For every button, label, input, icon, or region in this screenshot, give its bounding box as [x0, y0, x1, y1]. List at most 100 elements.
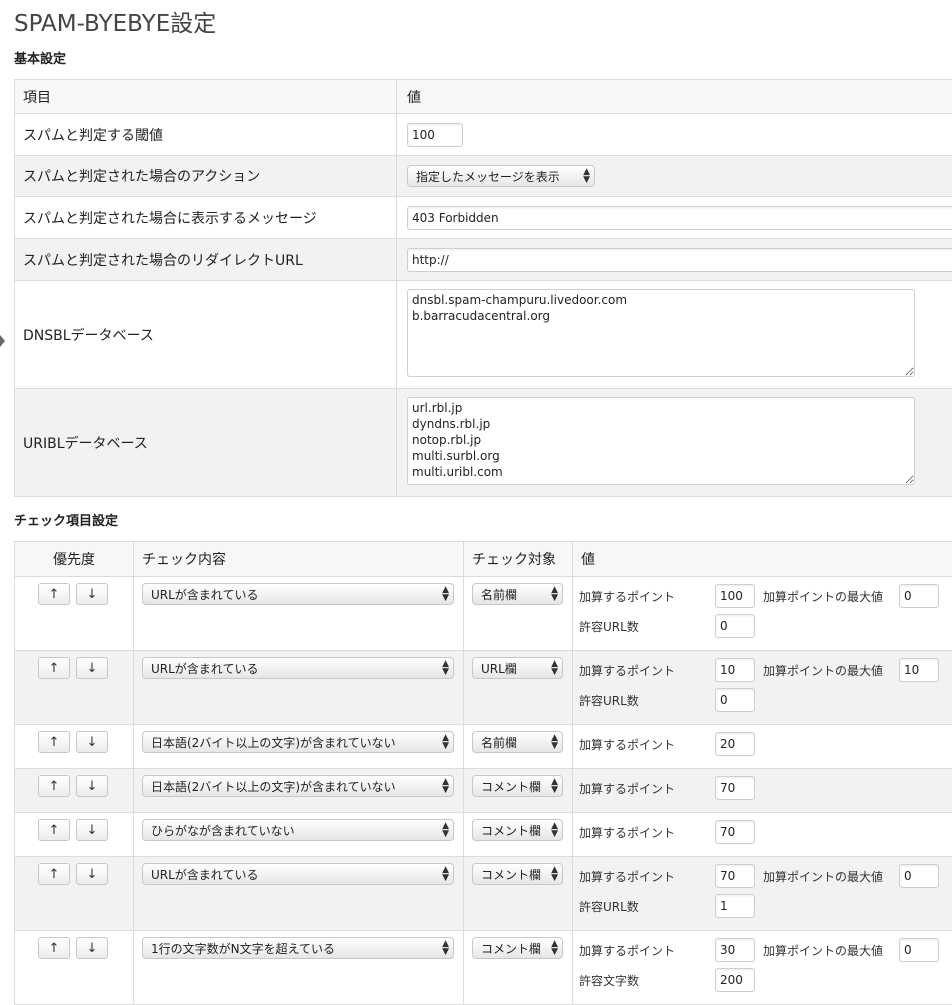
move-up-button[interactable]: ↑: [38, 819, 70, 841]
allowance-input[interactable]: [715, 688, 755, 712]
check-content-value: URLが含まれている: [151, 586, 258, 603]
check-target-select[interactable]: 名前欄▲▼: [472, 583, 563, 605]
check-row: ↑↓ひらがなが含まれていない▲▼コメント欄▲▼加算するポイント: [15, 813, 952, 857]
move-down-button[interactable]: ↓: [76, 863, 108, 885]
check-content-cell: 日本語(2バイト以上の文字)が含まれていない▲▼: [134, 769, 464, 813]
move-down-button[interactable]: ↓: [76, 937, 108, 959]
check-target-cell: コメント欄▲▼: [464, 931, 573, 1005]
select-arrows-icon: ▲▼: [442, 822, 449, 838]
check-target-cell: 名前欄▲▼: [464, 725, 573, 769]
points-label: 加算するポイント: [579, 824, 715, 841]
check-values-cell: 加算するポイント 加算ポイントの最大値許容URL数: [573, 651, 952, 725]
points-input[interactable]: [715, 820, 755, 844]
check-values-cell: 加算するポイント: [573, 813, 952, 857]
allowance-input[interactable]: [715, 968, 755, 992]
column-header-value: 値: [573, 542, 952, 577]
move-up-button[interactable]: ↑: [38, 731, 70, 753]
move-down-button[interactable]: ↓: [76, 731, 108, 753]
check-content-select[interactable]: ひらがなが含まれていない▲▼: [142, 819, 454, 841]
column-header-content: チェック内容: [134, 542, 464, 577]
check-row: ↑↓URLが含まれている▲▼名前欄▲▼加算するポイント加算ポイントの最大値許容U…: [15, 577, 952, 651]
check-target-select[interactable]: コメント欄▲▼: [472, 819, 563, 841]
check-target-select[interactable]: コメント欄▲▼: [472, 863, 563, 885]
check-row: ↑ ↓ URLが含まれている▲▼ コメント欄▲▼ 加算するポイント加算ポイントの最大値許…: [15, 857, 952, 931]
move-down-button[interactable]: ↓: [76, 819, 108, 841]
max-points-input[interactable]: [899, 584, 939, 608]
move-down-button[interactable]: ↓: [76, 775, 108, 797]
select-arrows-icon: ▲▼: [551, 778, 558, 794]
points-input[interactable]: [715, 776, 755, 800]
check-values-cell: 加算するポイント: [573, 725, 952, 769]
action-select[interactable]: 指定したメッセージを表示 ▲▼: [407, 165, 595, 187]
allowance-label: 許容URL数: [579, 692, 715, 709]
check-target-cell: URL欄▲▼: [464, 651, 573, 725]
check-content-select[interactable]: URLが含まれている ▲▼: [142, 657, 454, 679]
redirect-url-input[interactable]: [407, 248, 952, 272]
select-arrows-icon: ▲▼: [442, 778, 449, 794]
priority-cell: ↑↓: [15, 577, 134, 651]
dnsbl-textarea[interactable]: dnsbl.spam-champuru.livedoor.com b.barra…: [407, 289, 915, 377]
priority-cell: ↑↓: [15, 813, 134, 857]
check-row: ↑↓日本語(2バイト以上の文字)が含まれていない▲▼コメント欄▲▼加算するポイン…: [15, 769, 952, 813]
select-arrows-icon: ▲▼: [551, 822, 558, 838]
points-input[interactable]: [715, 584, 755, 608]
priority-cell: ↑↓: [15, 725, 134, 769]
points-input[interactable]: [715, 732, 755, 756]
move-down-button[interactable]: ↓: [76, 657, 108, 679]
uribl-textarea[interactable]: url.rbl.jp dyndns.rbl.jp notop.rbl.jp mu…: [407, 397, 915, 485]
move-up-button[interactable]: ↑: [38, 863, 70, 885]
allowance-input[interactable]: [715, 894, 755, 918]
check-content-value: URLが含まれている: [151, 660, 258, 677]
allowance-label: 許容URL数: [579, 898, 715, 915]
column-header-value: 値: [397, 80, 952, 114]
points-label: 加算するポイント: [579, 736, 715, 753]
move-down-button[interactable]: ↓: [76, 583, 108, 605]
select-arrows-icon: ▲▼: [442, 586, 449, 602]
check-row: ↑↓日本語(2バイト以上の文字)が含まれていない▲▼名前欄▲▼加算するポイント: [15, 725, 952, 769]
max-points-input[interactable]: [899, 864, 939, 888]
check-values-cell: 加算するポイント加算ポイントの最大値許容URL数: [573, 857, 952, 931]
select-arrows-icon: ▲▼: [442, 660, 449, 676]
check-content-select[interactable]: URLが含まれている ▲▼: [142, 583, 454, 605]
allowance-label: 許容文字数: [579, 972, 715, 989]
check-target-select[interactable]: コメント欄▲▼: [472, 775, 563, 797]
column-header-priority: 優先度: [15, 542, 134, 577]
select-arrows-icon: ▲▼: [551, 940, 558, 956]
allowance-input[interactable]: [715, 614, 755, 638]
check-target-select[interactable]: URL欄▲▼: [472, 657, 563, 679]
check-target-select[interactable]: 名前欄▲▼: [472, 731, 563, 753]
check-target-select[interactable]: コメント欄▲▼: [472, 937, 563, 959]
action-label: スパムと判定された場合のアクション: [15, 156, 397, 197]
check-target-cell: コメント欄▲▼: [464, 769, 573, 813]
check-target-cell: コメント欄▲▼: [464, 857, 573, 931]
max-points-input[interactable]: [899, 658, 939, 682]
allowance-label: 許容URL数: [579, 618, 715, 635]
points-input[interactable]: [715, 938, 755, 962]
message-label: スパムと判定された場合に表示するメッセージ: [15, 197, 397, 239]
points-input[interactable]: [715, 864, 755, 888]
check-content-select[interactable]: 日本語(2バイト以上の文字)が含まれていない▲▼: [142, 731, 454, 753]
points-input[interactable]: [715, 658, 755, 682]
move-up-button[interactable]: ↑: [38, 583, 70, 605]
threshold-input[interactable]: [407, 123, 463, 147]
move-up-button[interactable]: ↑: [38, 657, 70, 679]
check-content-value: 1行の文字数がN文字を超えている: [151, 940, 335, 957]
check-content-cell: URLが含まれている▲▼: [134, 857, 464, 931]
points-label: 加算するポイント: [579, 662, 715, 679]
check-content-value: 日本語(2バイト以上の文字)が含まれていない: [151, 734, 396, 751]
max-points-label: 加算ポイントの最大値: [763, 662, 899, 679]
check-content-select[interactable]: URLが含まれている▲▼: [142, 863, 454, 885]
column-header-item: 項目: [15, 80, 397, 114]
check-content-select[interactable]: 日本語(2バイト以上の文字)が含まれていない▲▼: [142, 775, 454, 797]
move-up-button[interactable]: ↑: [38, 775, 70, 797]
collapse-arrow-icon[interactable]: [0, 335, 5, 347]
basic-settings-heading: 基本設定: [14, 48, 66, 67]
check-target-value: 名前欄: [481, 734, 517, 751]
check-content-select[interactable]: 1行の文字数がN文字を超えている ▲▼: [142, 937, 454, 959]
select-arrows-icon: ▲▼: [442, 940, 449, 956]
select-arrows-icon: ▲▼: [583, 168, 590, 184]
message-input[interactable]: [407, 206, 952, 230]
max-points-input[interactable]: [899, 938, 939, 962]
move-up-button[interactable]: ↑: [38, 937, 70, 959]
check-target-cell: コメント欄▲▼: [464, 813, 573, 857]
